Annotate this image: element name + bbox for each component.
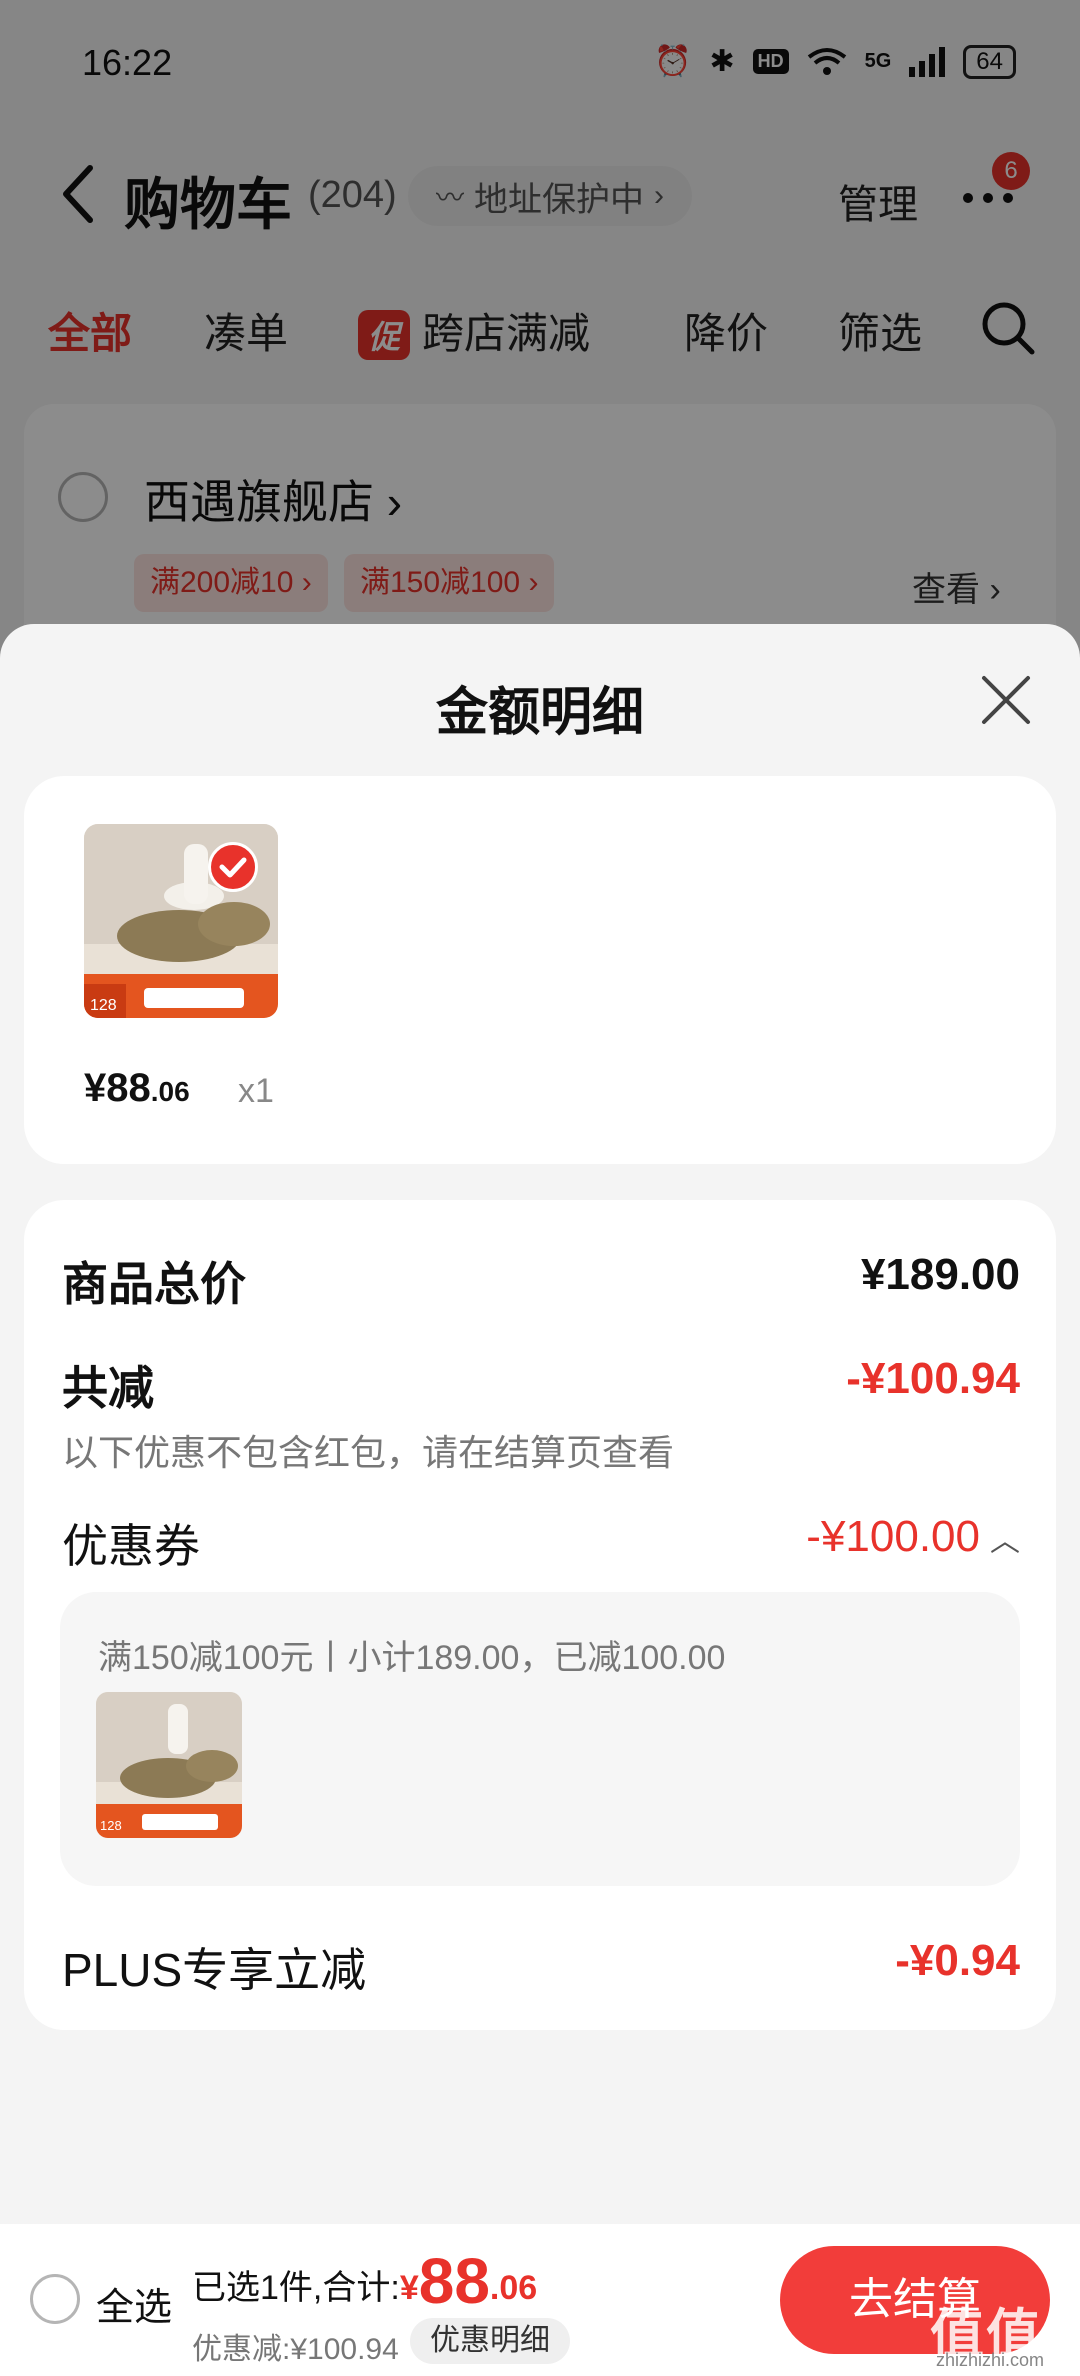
chevron-up-icon: ︿ [990, 1525, 1020, 1558]
total-summary: 已选1件,合计:¥88.06 [192, 2245, 538, 2317]
checkout-bar: 全选 已选1件,合计:¥88.06 优惠减:¥100.94 优惠明细 去结算 [0, 2224, 1080, 2376]
select-all-radio[interactable] [30, 2274, 80, 2324]
coupon-label: 优惠券 [62, 1520, 200, 1572]
close-icon[interactable] [980, 674, 1032, 726]
coupon-row-toggle[interactable]: -¥100.00 ︿ [806, 1512, 1020, 1562]
select-all-label[interactable]: 全选 [96, 2276, 172, 2331]
item-price: ¥88.06 [84, 1066, 190, 1110]
price-detail-sheet: 金额明细 128 ¥88.06 x1 商品总价 ¥189.00 共减 -¥100… [0, 624, 1080, 2376]
coupon-value: -¥100.00 [806, 1512, 980, 1561]
svg-text:128: 128 [100, 1818, 122, 1833]
watermark-url: zhizhizhi.com [936, 2350, 1045, 2370]
saved-amount: 优惠减:¥100.94 [192, 2333, 399, 2366]
total-price-value: ¥189.00 [860, 1250, 1020, 1299]
plus-discount-value: -¥0.94 [895, 1936, 1020, 1985]
discount-value: -¥100.94 [846, 1354, 1020, 1403]
discount-note: 以下优惠不包含红包，请在结算页查看 [62, 1432, 675, 1473]
total-price-label: 商品总价 [62, 1258, 246, 1310]
plus-discount-label: PLUS专享立减 [62, 1944, 367, 1996]
discount-label: 共减 [62, 1362, 154, 1414]
coupon-detail-box: 满150减100元丨小计189.00，已减100.00 128 [60, 1592, 1020, 1886]
selected-items-card: 128 ¥88.06 x1 [24, 776, 1056, 1164]
total-amount: 88 [418, 2245, 490, 2317]
sheet-title: 金额明细 [435, 684, 644, 742]
price-breakdown-card: 商品总价 ¥189.00 共减 -¥100.94 以下优惠不包含红包，请在结算页… [24, 1200, 1056, 2030]
discount-detail-button[interactable]: 优惠明细 [410, 2318, 570, 2364]
coupon-description: 满150减100元丨小计189.00，已减100.00 [98, 1639, 726, 1677]
check-icon [208, 842, 258, 892]
coupon-product-image: 128 [96, 1692, 242, 1838]
svg-text:128: 128 [90, 997, 117, 1014]
item-quantity: x1 [238, 1072, 274, 1110]
